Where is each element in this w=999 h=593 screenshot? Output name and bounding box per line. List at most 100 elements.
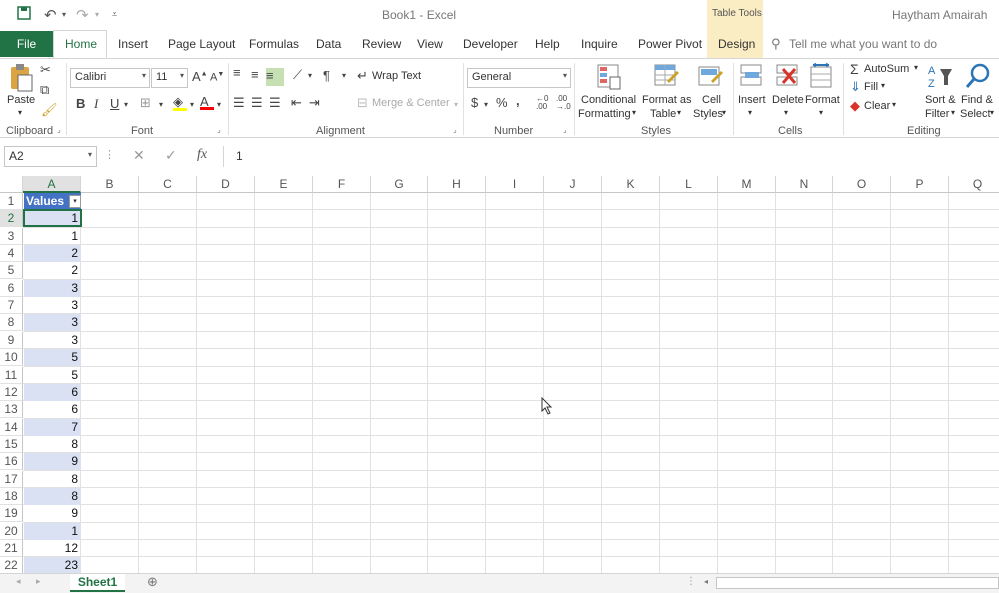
column-header-m[interactable]: M: [718, 176, 776, 193]
clear-button[interactable]: Clear: [864, 100, 890, 112]
text-direction-dropdown-icon[interactable]: ▾: [342, 71, 346, 80]
column-header-n[interactable]: N: [776, 176, 833, 193]
table-cell[interactable]: 3: [24, 297, 81, 314]
column-header-c[interactable]: C: [139, 176, 197, 193]
table-cell[interactable]: 6: [24, 401, 81, 418]
undo-icon[interactable]: ↶: [44, 6, 57, 24]
row-header-10[interactable]: 10: [0, 349, 23, 367]
eraser-icon[interactable]: ◆: [850, 98, 860, 114]
tab-page-layout[interactable]: Page Layout: [168, 37, 235, 51]
number-launcher-icon[interactable]: ⌟: [563, 125, 567, 134]
select-all-corner[interactable]: [0, 176, 23, 193]
row-header-12[interactable]: 12: [0, 383, 23, 401]
undo-dropdown-icon[interactable]: ▾: [62, 10, 66, 19]
bottom-align-icon[interactable]: ≡: [266, 68, 284, 86]
currency-dropdown-icon[interactable]: ▾: [484, 100, 488, 109]
fill-down-icon[interactable]: ⇓: [850, 79, 861, 95]
table-cell[interactable]: 9: [24, 505, 81, 522]
delete-cells-button[interactable]: Delete: [772, 94, 804, 106]
table-cell[interactable]: 8: [24, 471, 81, 488]
more-options-icon[interactable]: ⋮: [104, 148, 115, 161]
row-header-2[interactable]: 2: [0, 210, 23, 228]
row-header-18[interactable]: 18: [0, 487, 23, 505]
insert-function-icon[interactable]: fx: [197, 147, 207, 163]
autosum-icon[interactable]: Σ: [850, 61, 859, 77]
tab-power-pivot[interactable]: Power Pivot: [638, 37, 702, 51]
row-header-7[interactable]: 7: [0, 297, 23, 315]
table-cell[interactable]: 8: [24, 436, 81, 453]
column-header-p[interactable]: P: [891, 176, 949, 193]
row-header-1[interactable]: 1: [0, 193, 23, 210]
format-as-table-label-2[interactable]: Table: [650, 108, 676, 120]
delete-cells-dropdown-icon[interactable]: ▾: [784, 108, 788, 117]
paste-button[interactable]: Paste: [7, 94, 35, 106]
cell-styles-label-1[interactable]: Cell: [702, 94, 721, 106]
column-header-k[interactable]: K: [602, 176, 660, 193]
format-as-table-label-1[interactable]: Format as: [642, 94, 692, 106]
merge-center-dropdown-icon[interactable]: ▾: [454, 100, 458, 109]
find-select-label-1[interactable]: Find &: [961, 94, 993, 106]
row-header-11[interactable]: 11: [0, 366, 23, 384]
comma-style-icon[interactable]: ,: [516, 93, 520, 108]
table-cell[interactable]: 3: [24, 332, 81, 349]
wrap-text-button[interactable]: Wrap Text: [372, 70, 421, 82]
find-select-icon[interactable]: [965, 63, 991, 91]
format-as-table-icon[interactable]: [653, 63, 679, 91]
add-sheet-icon[interactable]: ⊕: [147, 574, 158, 590]
format-as-table-dropdown-icon[interactable]: ▾: [677, 108, 681, 117]
font-name-combo[interactable]: Calibri ▾: [70, 68, 150, 88]
prev-sheet-icon[interactable]: ◂: [16, 576, 21, 587]
tab-developer[interactable]: Developer: [463, 37, 518, 51]
column-header-h[interactable]: H: [428, 176, 486, 193]
row-header-19[interactable]: 19: [0, 505, 23, 523]
row-header-20[interactable]: 20: [0, 522, 23, 540]
table-cell[interactable]: 2: [24, 262, 81, 279]
row-header-6[interactable]: 6: [0, 279, 23, 297]
font-color-dropdown-icon[interactable]: ▾: [217, 100, 221, 109]
tab-home[interactable]: Home: [65, 37, 97, 51]
column-header-d[interactable]: D: [197, 176, 255, 193]
conditional-formatting-label-2[interactable]: Formatting: [578, 108, 631, 120]
tab-inquire[interactable]: Inquire: [581, 37, 618, 51]
row-header-4[interactable]: 4: [0, 245, 23, 263]
row-header-17[interactable]: 17: [0, 470, 23, 488]
find-select-label-2[interactable]: Select: [960, 108, 991, 120]
percent-icon[interactable]: %: [496, 95, 508, 110]
tab-formulas[interactable]: Formulas: [249, 37, 299, 51]
sort-filter-label-1[interactable]: Sort &: [925, 94, 956, 106]
horizontal-scrollbar[interactable]: [716, 577, 999, 589]
autosum-button[interactable]: AutoSum: [864, 63, 909, 75]
table-cell[interactable]: 6: [24, 383, 81, 401]
paste-icon[interactable]: [8, 63, 34, 93]
table-cell[interactable]: 7: [24, 418, 81, 436]
sort-filter-icon[interactable]: AZ: [926, 63, 954, 91]
conditional-formatting-dropdown-icon[interactable]: ▾: [632, 108, 636, 117]
row-header-15[interactable]: 15: [0, 435, 23, 453]
text-direction-icon[interactable]: ¶: [323, 68, 330, 83]
italic-icon[interactable]: I: [94, 96, 98, 112]
table-cell[interactable]: 12: [24, 540, 81, 557]
fill-color-icon[interactable]: ◈: [173, 94, 187, 111]
paste-dropdown-icon[interactable]: ▾: [18, 108, 22, 117]
customize-qat-icon[interactable]: ⩡: [112, 9, 117, 20]
filter-dropdown-icon[interactable]: ▾: [69, 195, 81, 208]
row-header-5[interactable]: 5: [0, 262, 23, 280]
font-color-icon[interactable]: A: [200, 94, 214, 110]
decrease-decimal-icon[interactable]: .00 →.0: [556, 95, 571, 111]
fill-button[interactable]: Fill: [864, 81, 878, 93]
top-align-icon[interactable]: ≡: [233, 65, 241, 80]
table-cell[interactable]: 9: [24, 453, 81, 471]
column-header-o[interactable]: O: [833, 176, 891, 193]
user-name[interactable]: Haytham Amairah: [892, 8, 987, 22]
insert-cells-dropdown-icon[interactable]: ▾: [748, 108, 752, 117]
bold-icon[interactable]: B: [76, 96, 85, 111]
column-header-l[interactable]: L: [660, 176, 718, 193]
worksheet-grid[interactable]: A B C D E F G H I J K L M N O P Q 1 2 3 4 5 6 7 8 9 10 11 12 13 14 15 16…: [0, 176, 999, 573]
tab-review[interactable]: Review: [362, 37, 401, 51]
orientation-dropdown-icon[interactable]: ▾: [308, 71, 312, 80]
increase-decimal-icon[interactable]: ←0.00: [536, 95, 548, 111]
row-header-16[interactable]: 16: [0, 453, 23, 471]
conditional-formatting-icon[interactable]: [596, 63, 622, 91]
table-cell[interactable]: 2: [24, 245, 81, 263]
redo-dropdown-icon[interactable]: ▾: [95, 10, 99, 19]
